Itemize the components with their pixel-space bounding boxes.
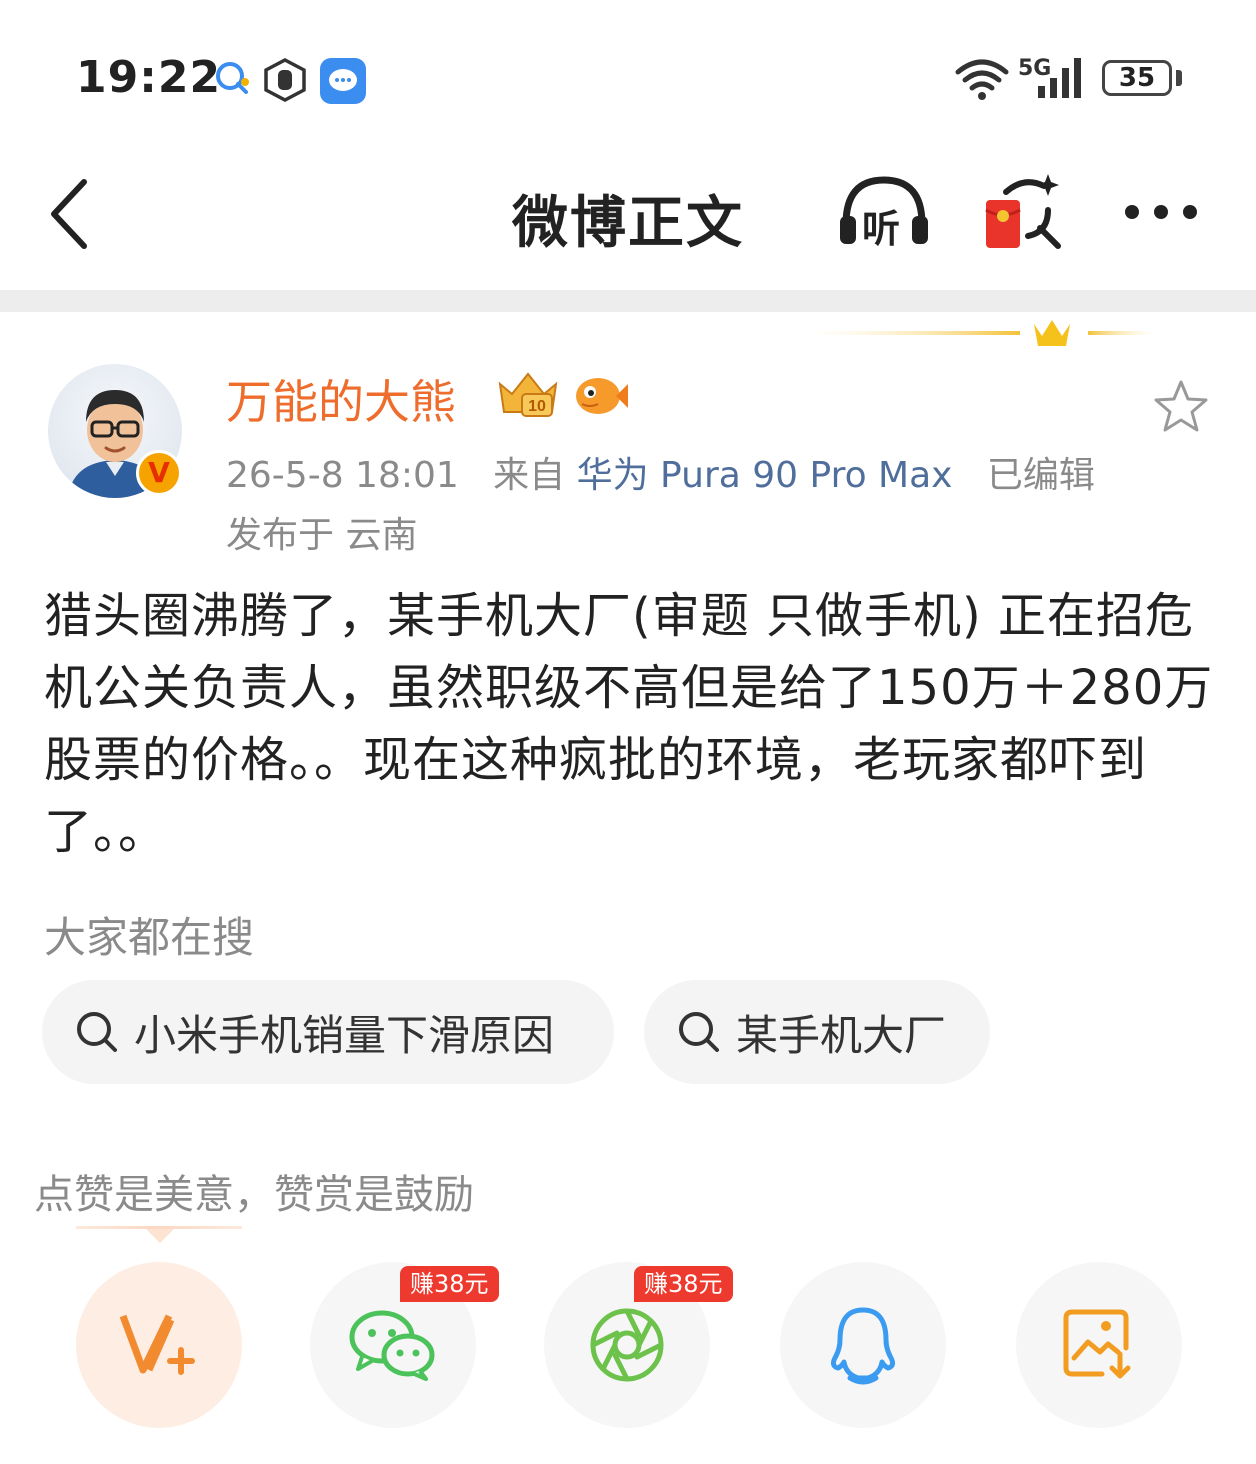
search-icon: [77, 1012, 117, 1052]
verified-badge: V: [136, 450, 182, 496]
fish-fan-badge-icon: [576, 378, 628, 414]
red-envelope-search-icon[interactable]: [984, 170, 1070, 254]
chat-bubble-icon: [216, 62, 249, 94]
earn-badge: 赚38元: [400, 1266, 499, 1302]
search-icon: [679, 1012, 719, 1052]
search-chip[interactable]: 小米手机销量下滑原因: [42, 980, 614, 1084]
wechat-icon: [349, 1310, 435, 1381]
message-app-icon: [320, 58, 366, 104]
author-name[interactable]: 万能的大熊: [226, 366, 456, 432]
post-body: 猎头圈沸腾了，某手机大厂(审题 只做手机) 正在招危机公关负责人，虽然职级不高但…: [44, 588, 1214, 860]
reward-note: 点赞是美意，赞赏是鼓励: [34, 1172, 474, 1218]
save-image-icon: [1063, 1309, 1131, 1379]
more-button[interactable]: [1120, 196, 1202, 228]
status-time: 19:22: [76, 52, 222, 103]
v-plus-icon: [119, 1314, 195, 1375]
hand-shield-icon: [264, 58, 306, 102]
svg-text:10: 10: [528, 398, 546, 415]
favorite-star-icon[interactable]: [1152, 378, 1210, 434]
member-crown-badge-icon: 10: [498, 372, 558, 417]
listen-button[interactable]: 听: [836, 174, 932, 251]
post-meta: 26-5-8 18:01 来自 华为 Pura 90 Pro Max 已编辑: [226, 446, 1095, 498]
edited-label[interactable]: 已编辑: [987, 455, 1095, 496]
device-link[interactable]: 华为 Pura 90 Pro Max: [577, 455, 953, 496]
source-prefix: 来自: [493, 455, 566, 496]
share-qq-button[interactable]: [780, 1262, 946, 1428]
search-chip-label: 某手机大厂: [736, 1010, 947, 1060]
moments-icon: [590, 1308, 664, 1382]
earn-badge: 赚38元: [634, 1266, 733, 1302]
listen-label: 听: [862, 207, 901, 251]
battery-indicator: 35: [1102, 60, 1172, 96]
battery-cap: [1176, 70, 1182, 86]
search-heading: 大家都在搜: [44, 913, 255, 962]
qq-icon: [830, 1307, 896, 1385]
post-timestamp: 26-5-8 18:01: [226, 455, 459, 496]
reward-v-plus-button[interactable]: [76, 1262, 242, 1428]
header-divider: [0, 290, 1256, 312]
crown-decoration-icon: [800, 320, 1158, 346]
post-location: 发布于 云南: [226, 515, 418, 556]
search-chip-label: 小米手机销量下滑原因: [134, 1010, 555, 1060]
save-image-button[interactable]: [1016, 1262, 1182, 1428]
reward-pointer: [146, 1229, 174, 1243]
search-chip[interactable]: 某手机大厂: [644, 980, 990, 1084]
wifi-icon: [955, 59, 1009, 100]
signal-icon: [1038, 58, 1081, 98]
